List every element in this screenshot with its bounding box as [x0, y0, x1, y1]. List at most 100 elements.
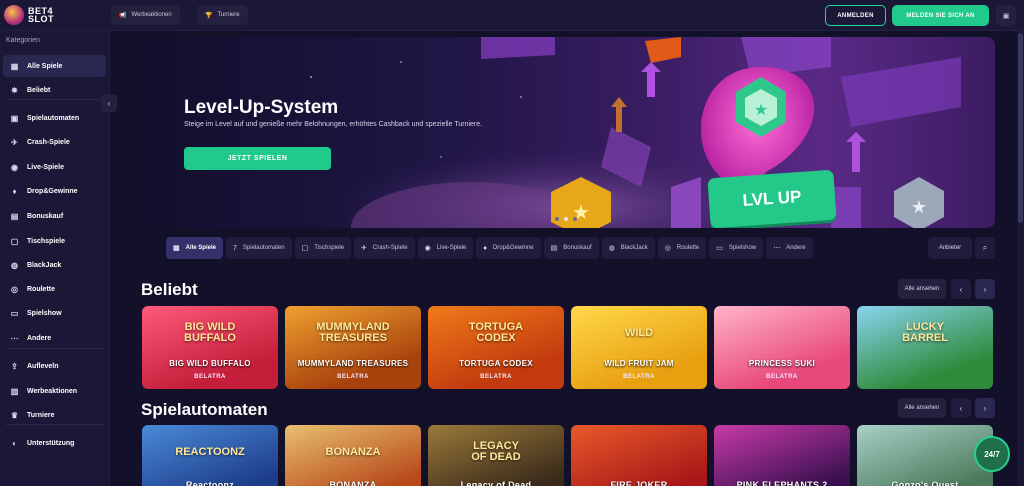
- sidebar-item-blackjack[interactable]: ◍ BlackJack: [3, 254, 106, 276]
- sidebar-item-label: Beliebt: [27, 86, 51, 94]
- filter-chip-icon: ◍: [608, 245, 615, 252]
- grid-icon: ▦: [10, 61, 19, 71]
- game-provider: BELATRA: [337, 374, 369, 380]
- sidebar-item-bonuskauf[interactable]: ▤ Bonuskauf: [3, 205, 106, 227]
- support-icon: ◐: [12, 438, 17, 448]
- promotions-button[interactable]: 📢 Werbeaktionen: [111, 5, 180, 25]
- game-card[interactable]: Gonzo's Quest: [857, 425, 993, 486]
- game-card[interactable]: BONANZA BONANZA: [285, 425, 421, 486]
- register-button[interactable]: MELDEN SIE SICH AN: [892, 5, 989, 26]
- game-card[interactable]: PINK ELEPHANTS 2: [714, 425, 850, 486]
- sidebar-item-crash-spiele[interactable]: ✈ Crash-Spiele: [3, 131, 106, 153]
- filter-chip[interactable]: ⋯ Andere: [766, 237, 813, 259]
- sidebar-item-werbeaktionen[interactable]: ▥ Werbeaktionen: [3, 380, 106, 402]
- filter-chip[interactable]: ▢ Tischspiele: [294, 237, 352, 259]
- filter-chip[interactable]: ▭ Spielshow: [709, 237, 764, 259]
- carousel-dot[interactable]: [555, 217, 559, 221]
- sidebar-item-live-spiele[interactable]: ◉ Live-Spiele: [3, 156, 106, 178]
- chevron-right-icon[interactable]: ›: [975, 279, 995, 299]
- sidebar-item-turniere[interactable]: ♛ Turniere: [3, 404, 106, 426]
- login-button[interactable]: ANMELDEN: [825, 5, 886, 26]
- banner-subtitle: Steige im Level auf und genieße mehr Bel…: [184, 121, 483, 128]
- filter-chip[interactable]: ▦ Alle Spiele: [166, 237, 223, 259]
- game-card[interactable]: TORTUGA CODEX TORTUGA CODEX BELATRA: [428, 306, 564, 389]
- filter-chip-label: Crash-Spiele: [372, 245, 408, 251]
- filter-chip-label: Live-Spiele: [436, 245, 467, 251]
- game-title: PRINCESS SUKI: [748, 359, 816, 368]
- app: BET4 SLOT 📢 Werbeaktionen 🏆 Turniere ANME…: [0, 0, 1024, 486]
- filter-chip[interactable]: ◎ Roulette: [657, 237, 707, 259]
- sidebar-item-aufleveln[interactable]: ⇪ Aufleveln: [3, 355, 106, 377]
- game-title: BIG WILD BUFFALO: [169, 359, 251, 368]
- game-title: Reactoonz: [185, 480, 235, 486]
- scrollbar-thumb[interactable]: [1018, 33, 1023, 223]
- game-logo: [734, 318, 830, 348]
- filter-chip-icon: ▢: [301, 245, 309, 252]
- sidebar-item-alle-spiele[interactable]: ▦ Alle Spiele: [3, 55, 106, 77]
- sidebar-item-label: Tischspiele: [27, 237, 66, 245]
- filter-chip[interactable]: 7 Spielautomaten: [225, 237, 292, 259]
- carousel-dot-active[interactable]: [564, 217, 568, 221]
- providers-button[interactable]: Anbieter: [928, 237, 972, 259]
- support-chat-button[interactable]: 24/7: [974, 436, 1010, 472]
- search-icon[interactable]: ⌕: [975, 237, 995, 259]
- slot-games-row: REACTOONZ Reactoonz BONANZA BONANZA LEGACY O…: [142, 425, 993, 486]
- tournaments-button[interactable]: 🏆 Turniere: [197, 5, 248, 25]
- carousel-dot[interactable]: [573, 217, 577, 221]
- sidebar-item-spielshow[interactable]: ▭ Spielshow: [3, 302, 106, 324]
- section-title-popular: Beliebt: [141, 280, 198, 299]
- filter-chip-label: Drop&Gewinne: [492, 245, 534, 251]
- drop-icon: ♦: [12, 186, 17, 196]
- filter-chip[interactable]: ♦ Drop&Gewinne: [476, 237, 541, 259]
- play-now-button[interactable]: JETZT SPIELEN: [184, 147, 331, 170]
- more-icon: ⋯: [10, 333, 19, 343]
- sidebar-item-drop-gewinne[interactable]: ♦ Drop&Gewinne: [3, 180, 106, 202]
- carousel-dots[interactable]: [555, 217, 577, 221]
- game-title: TORTUGA CODEX: [459, 359, 533, 368]
- game-card[interactable]: REACTOONZ Reactoonz: [142, 425, 278, 486]
- game-logo: MUMMYLAND TREASURES: [316, 321, 390, 344]
- chevron-right-icon[interactable]: ›: [975, 398, 995, 418]
- sidebar-item-tischspiele[interactable]: ▢ Tischspiele: [3, 230, 106, 252]
- sidebar-item-andere[interactable]: ⋯ Andere: [3, 327, 106, 349]
- game-card[interactable]: FIRE JOKER: [571, 425, 707, 486]
- sidebar-heading: Kategorien: [6, 37, 40, 44]
- game-card[interactable]: WILD WILD FRUIT JAM BELATRA: [571, 306, 707, 389]
- sidebar-item-roulette[interactable]: ◎ Roulette: [3, 278, 106, 300]
- filter-chip[interactable]: ▤ Bonuskauf: [543, 237, 599, 259]
- plane-icon: ✈: [11, 137, 18, 147]
- game-card[interactable]: PRINCESS SUKI BELATRA: [714, 306, 850, 389]
- tournaments-label: Turniere: [217, 12, 240, 18]
- filter-chip-icon: ◉: [424, 245, 431, 252]
- game-card[interactable]: LEGACY OF DEAD Legacy of Dead: [428, 425, 564, 486]
- gift-icon: ▤: [10, 211, 19, 221]
- view-all-popular-button[interactable]: Alle ansehen: [898, 279, 946, 299]
- sidebar-item-label: Andere: [27, 334, 52, 342]
- sidebar-collapse-chevron-icon[interactable]: ‹: [101, 94, 117, 112]
- filter-chip-label: Tischspiele: [314, 245, 345, 251]
- filter-chip[interactable]: ✈ Crash-Spiele: [354, 237, 415, 259]
- sidebar-item-unterstützung[interactable]: ◐ Unterstützung: [3, 432, 106, 454]
- bet4slot-logo[interactable]: BET4 SLOT: [4, 3, 80, 27]
- filter-chip[interactable]: ◍ BlackJack: [601, 237, 655, 259]
- language-icon[interactable]: ▣: [996, 5, 1016, 26]
- chevron-left-icon[interactable]: ‹: [951, 279, 971, 299]
- chevron-left-icon[interactable]: ‹: [951, 398, 971, 418]
- game-provider: BELATRA: [480, 374, 512, 380]
- trophy-icon: 🏆: [205, 12, 213, 19]
- svg-text:★: ★: [754, 102, 768, 119]
- game-card[interactable]: LUCKY BARREL: [857, 306, 993, 389]
- game-card[interactable]: BIG WILD BUFFALO BIG WILD BUFFALO BELATRA: [142, 306, 278, 389]
- sidebar-item-spielautomaten[interactable]: ▣ Spielautomaten: [3, 107, 106, 129]
- filter-chip[interactable]: ◉ Live-Spiele: [417, 237, 474, 259]
- game-logo: LUCKY BARREL: [902, 321, 948, 344]
- promo-banner[interactable]: ★ ★ ★ LVL UP Level-Up-System Steige im L…: [141, 37, 995, 228]
- filter-chip-icon: ▭: [716, 245, 723, 252]
- sidebar-item-beliebt[interactable]: ✸ Beliebt: [3, 79, 106, 101]
- view-all-slots-button[interactable]: Alle ansehen: [898, 398, 946, 418]
- game-logo: LEGACY OF DEAD: [471, 440, 521, 463]
- top-bar: BET4 SLOT 📢 Werbeaktionen 🏆 Turniere ANME…: [0, 0, 1024, 31]
- svg-text:★: ★: [911, 197, 927, 217]
- sidebar-item-label: Alle Spiele: [27, 62, 63, 70]
- game-card[interactable]: MUMMYLAND TREASURES MUMMYLAND TREASURES BE…: [285, 306, 421, 389]
